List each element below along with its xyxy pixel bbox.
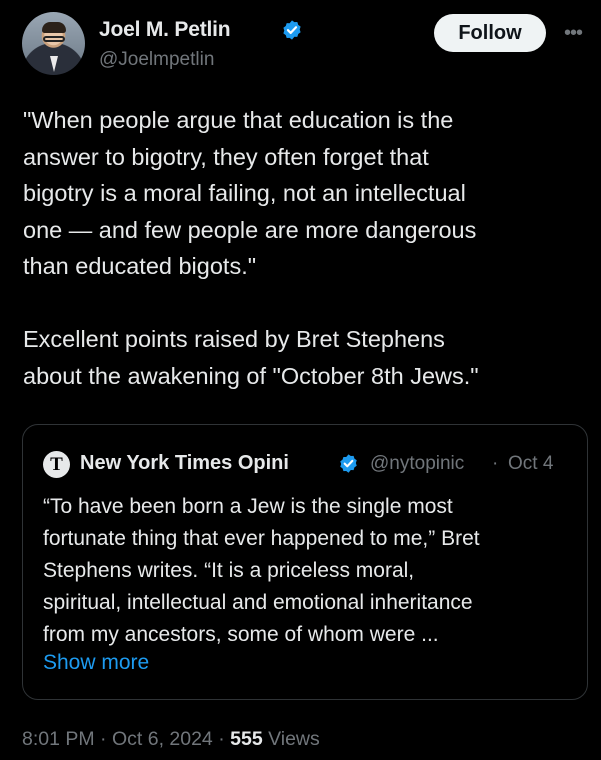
quoted-verified-badge-icon	[340, 454, 357, 473]
quoted-line: spiritual, intellectual and emotional in…	[43, 591, 473, 614]
tweet-time[interactable]: 8:01 PM	[22, 728, 95, 750]
tweet-text: "When people argue that education is the…	[23, 102, 588, 394]
avatar-hair	[42, 22, 66, 33]
quoted-line: “To have been born a Jew is the single m…	[43, 495, 453, 518]
views-label: Views	[262, 728, 320, 750]
follow-button[interactable]: Follow	[434, 14, 546, 52]
quoted-line: from my ancestors, some of whom were ...	[43, 623, 439, 646]
quoted-date: Oct 4	[508, 453, 554, 474]
avatar-collar	[50, 56, 58, 72]
views-count: 555	[230, 728, 263, 750]
tweet-line: Excellent points raised by Bret Stephens	[23, 326, 445, 352]
meta-separator: ·	[212, 728, 231, 750]
tweet-metadata: 8:01 PM · Oct 6, 2024 · 555 Views	[22, 728, 320, 751]
tweet-line: about the awakening of "October 8th Jews…	[23, 362, 479, 389]
tweet-line: bigotry is a moral failing, not an intel…	[23, 180, 466, 206]
quoted-tweet-header: T New York Times Opini @nytopinic · Oct …	[43, 449, 573, 479]
quoted-author-name: New York Times Opini	[80, 452, 289, 474]
tweet-date[interactable]: Oct 6, 2024	[112, 728, 213, 750]
quoted-separator: ·	[492, 453, 499, 474]
tweet-header: Joel M. Petlin @Joelmpetlin Follow •••	[22, 12, 592, 82]
quoted-tweet-text: “To have been born a Jew is the single m…	[43, 491, 583, 651]
quoted-line: Stephens writes. “It is a priceless mora…	[43, 559, 415, 582]
tweet-line: answer to bigotry, they often forget tha…	[23, 143, 429, 170]
quoted-line: fortunate thing that ever happened to me…	[43, 527, 480, 550]
show-more-link[interactable]: Show more	[43, 651, 149, 675]
verified-badge-icon	[283, 20, 301, 40]
nyt-logo-icon: T	[43, 451, 70, 478]
author-display-name[interactable]: Joel M. Petlin	[99, 18, 231, 42]
avatar-glasses	[43, 36, 65, 42]
tweet-line: than educated bigots."	[23, 253, 257, 279]
quoted-author-handle: @nytopinic	[370, 453, 465, 474]
avatar[interactable]	[22, 12, 85, 75]
tweet-line: one — and few people are more dangerous	[23, 216, 477, 243]
author-handle[interactable]: @Joelmpetlin	[99, 49, 214, 71]
meta-separator: ·	[94, 728, 112, 750]
quoted-tweet-card[interactable]: T New York Times Opini @nytopinic · Oct …	[22, 424, 588, 700]
more-options-icon[interactable]: •••	[558, 20, 588, 46]
tweet-line: "When people argue that education is the	[23, 107, 454, 133]
